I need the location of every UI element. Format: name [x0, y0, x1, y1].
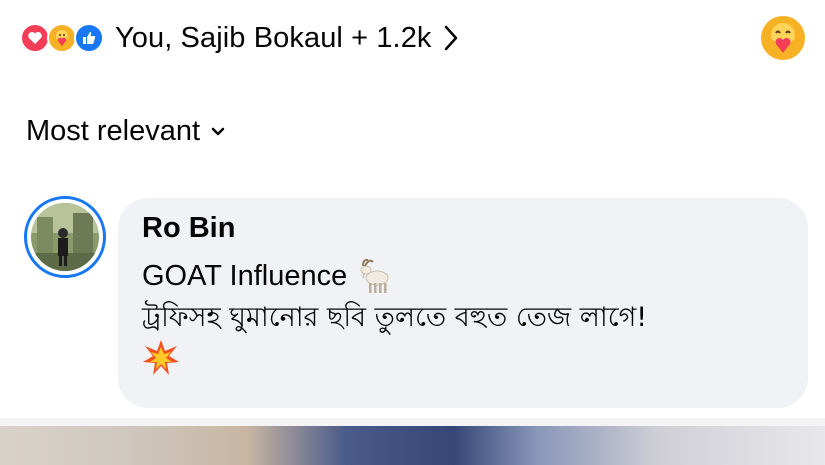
- like-icon: [74, 23, 104, 53]
- comment-author[interactable]: Ro Bin: [142, 212, 784, 245]
- chevron-down-icon: [210, 126, 226, 138]
- reaction-icons: [20, 23, 104, 53]
- comment-line-3: [142, 339, 784, 389]
- cropped-reply-row: [0, 418, 825, 426]
- love-icon: [20, 23, 50, 53]
- sort-dropdown[interactable]: Most relevant: [26, 115, 226, 148]
- avatar[interactable]: [24, 196, 106, 278]
- avatar-photo: [31, 203, 99, 271]
- chevron-right-icon[interactable]: [442, 24, 460, 52]
- comment-line-2: ট্রফিসহ ঘুমানোর ছবি তুলতে বহুত তেজ লাগে!: [142, 297, 784, 339]
- comment: Ro Bin GOAT Influence ট্রফিসহ ঘুমানোর ছব…: [24, 196, 814, 416]
- collision-emoji-icon: [142, 339, 180, 389]
- care-icon: [47, 23, 77, 53]
- image-preview: [0, 426, 825, 465]
- sort-label: Most relevant: [26, 115, 201, 147]
- reactions-summary[interactable]: You, Sajib Bokaul + 1.2k: [115, 22, 432, 55]
- comment-text-1: GOAT Influence: [142, 260, 348, 292]
- care-react-button[interactable]: [761, 16, 805, 60]
- comment-line-1: GOAT Influence: [142, 255, 784, 297]
- comment-text-2: ট্রফিসহ ঘুমানোর ছবি তুলতে বহুত তেজ লাগে!: [142, 302, 648, 333]
- goat-emoji-icon: [357, 256, 397, 296]
- reactions-bar[interactable]: You, Sajib Bokaul + 1.2k: [20, 14, 805, 62]
- comment-bubble: Ro Bin GOAT Influence ট্রফিসহ ঘুমানোর ছব…: [118, 198, 808, 408]
